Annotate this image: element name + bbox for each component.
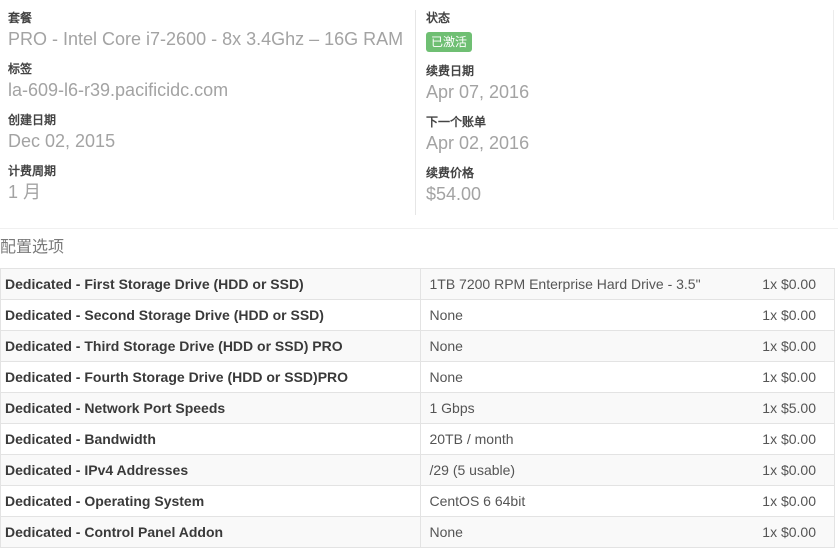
column-divider [415,10,416,215]
created-date-field: 创建日期 Dec 02, 2015 [8,112,413,154]
option-name: Dedicated - Bandwidth [0,423,422,455]
option-name: Dedicated - Control Panel Addon [0,516,422,548]
option-value: None [420,516,759,548]
renewal-price-label: 续费价格 [426,166,475,180]
created-date-label: 创建日期 [8,113,57,127]
option-value: None [420,330,759,362]
table-row: Dedicated - Network Port Speeds 1 Gbps 1… [0,392,836,424]
table-row: Dedicated - First Storage Drive (HDD or … [0,268,836,300]
table-row: Dedicated - Bandwidth 20TB / month 1x $0… [0,423,836,455]
table-row: Dedicated - Second Storage Drive (HDD or… [0,299,836,331]
status-label: 状态 [426,11,451,25]
panel-edge-divider [833,10,834,220]
billing-cycle-value: 1 月 [8,182,42,202]
service-summary-panel: 套餐 PRO - Intel Core i7-2600 - 8x 3.4Ghz … [0,0,838,229]
next-invoice-value: Apr 02, 2016 [426,133,530,153]
option-price: 1x $0.00 [758,330,836,362]
option-value: None [420,361,759,393]
option-price: 1x $0.00 [758,516,836,548]
option-name: Dedicated - IPv4 Addresses [0,454,422,486]
table-row: Dedicated - Fourth Storage Drive (HDD or… [0,361,836,393]
table-row: Dedicated - Control Panel Addon None 1x … [0,516,836,548]
option-name: Dedicated - Third Storage Drive (HDD or … [0,330,422,362]
renewal-date-value: Apr 07, 2016 [426,82,530,102]
renewal-date-field: 续费日期 Apr 07, 2016 [426,63,826,105]
option-price: 1x $5.00 [758,392,836,424]
hostname-value: la-609-l6-r39.pacificidc.com [8,80,229,100]
product-field: 套餐 PRO - Intel Core i7-2600 - 8x 3.4Ghz … [8,10,413,52]
product-label: 套餐 [8,11,33,25]
option-value: 20TB / month [420,423,759,455]
summary-left-column: 套餐 PRO - Intel Core i7-2600 - 8x 3.4Ghz … [8,10,413,214]
option-value: 1 Gbps [420,392,759,424]
option-name: Dedicated - First Storage Drive (HDD or … [0,268,422,300]
billing-cycle-label: 计费周期 [8,164,57,178]
config-options-title: 配置选项 [0,239,65,256]
option-price: 1x $0.00 [758,299,836,331]
next-invoice-label: 下一个账单 [426,115,487,129]
billing-cycle-field: 计费周期 1 月 [8,163,413,205]
renewal-price-field: 续费价格 $54.00 [426,165,826,207]
renewal-date-label: 续费日期 [426,64,475,78]
table-row: Dedicated - Operating System CentOS 6 64… [0,485,836,517]
option-value: None [420,299,759,331]
status-badge: 已激活 [426,32,473,52]
hostname-field: 标签 la-609-l6-r39.pacificidc.com [8,61,413,103]
option-name: Dedicated - Operating System [0,485,422,517]
option-price: 1x $0.00 [758,361,836,393]
config-options-table: Dedicated - First Storage Drive (HDD or … [0,268,836,548]
option-price: 1x $0.00 [758,423,836,455]
option-name: Dedicated - Network Port Speeds [0,392,422,424]
product-value: PRO - Intel Core i7-2600 - 8x 3.4Ghz – 1… [8,29,404,49]
next-invoice-field: 下一个账单 Apr 02, 2016 [426,114,826,156]
option-value: 1TB 7200 RPM Enterprise Hard Drive - 3.5… [420,268,759,300]
status-field: 状态 已激活 [426,10,826,63]
renewal-price-value: $54.00 [426,184,482,204]
table-row: Dedicated - IPv4 Addresses /29 (5 usable… [0,454,836,486]
service-details-page: 套餐 PRO - Intel Core i7-2600 - 8x 3.4Ghz … [0,0,838,558]
option-name: Dedicated - Fourth Storage Drive (HDD or… [0,361,422,393]
summary-right-column: 状态 已激活 续费日期 Apr 07, 2016 下一个账单 Apr 02, 2… [426,10,826,216]
option-name: Dedicated - Second Storage Drive (HDD or… [0,299,422,331]
option-value: /29 (5 usable) [420,454,759,486]
table-row: Dedicated - Third Storage Drive (HDD or … [0,330,836,362]
option-price: 1x $0.00 [758,454,836,486]
option-price: 1x $0.00 [758,268,836,300]
hostname-label: 标签 [8,62,33,76]
option-value: CentOS 6 64bit [420,485,759,517]
created-date-value: Dec 02, 2015 [8,131,116,151]
option-price: 1x $0.00 [758,485,836,517]
